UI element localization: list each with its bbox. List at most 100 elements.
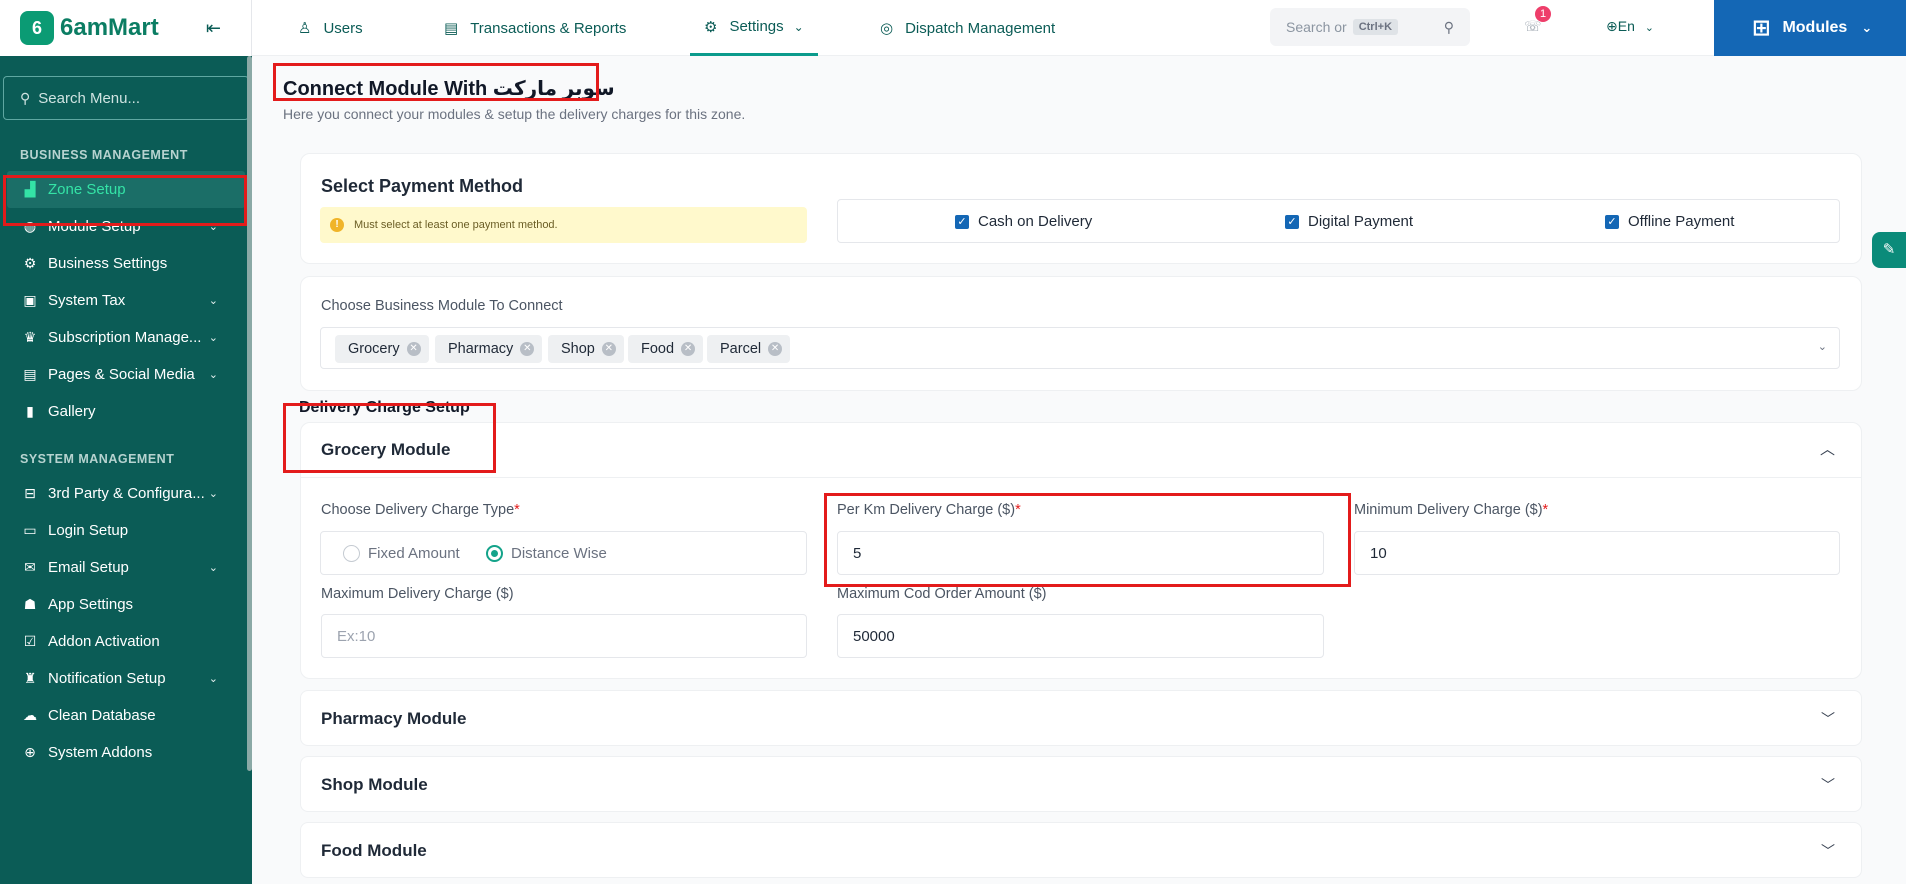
min-charge-label: Minimum Delivery Charge ($)* bbox=[1354, 502, 1548, 518]
chevron-up-icon[interactable]: ︿ bbox=[1820, 438, 1835, 459]
checkbox-offline-payment[interactable]: ✓ Offline Payment bbox=[1605, 213, 1734, 230]
accordion-shop-module[interactable]: Shop Module ﹀ bbox=[300, 756, 1862, 812]
tab-dispatch-management[interactable]: ◎ Dispatch Management bbox=[880, 0, 1055, 56]
notification-badge: 1 bbox=[1535, 6, 1551, 22]
section-title-system: SYSTEM MANAGEMENT bbox=[20, 452, 175, 466]
charge-type-radio-group: Fixed Amount Distance Wise bbox=[320, 531, 807, 575]
sidebar-scrollbar[interactable] bbox=[247, 56, 252, 771]
tab-label: Dispatch Management bbox=[905, 19, 1056, 37]
android-icon: ☗ bbox=[23, 596, 37, 612]
checkbox-cash-on-delivery[interactable]: ✓ Cash on Delivery bbox=[955, 213, 1092, 230]
chip-label: Food bbox=[641, 341, 675, 357]
grid-icon: ⊞ bbox=[1752, 15, 1771, 40]
sidebar-item-email-setup[interactable]: ✉ Email Setup ⌄ bbox=[0, 549, 252, 586]
max-cod-label: Maximum Cod Order Amount ($) bbox=[837, 586, 1047, 602]
warning-icon: ! bbox=[330, 218, 344, 232]
calendar-check-icon: ☑ bbox=[23, 633, 37, 649]
modules-button[interactable]: ⊞ Modules ⌄ bbox=[1714, 0, 1906, 56]
accordion-pharmacy-module[interactable]: Pharmacy Module ﹀ bbox=[300, 690, 1862, 746]
checkbox-label: Cash on Delivery bbox=[978, 213, 1093, 230]
bell-icon: ♜ bbox=[23, 670, 37, 686]
sidebar-item-label: Clean Database bbox=[48, 707, 156, 724]
search-shortcut-badge: Ctrl+K bbox=[1352, 19, 1399, 35]
tab-label: Transactions & Reports bbox=[470, 19, 627, 37]
sidebar-item-label: Subscription Manage... bbox=[48, 329, 202, 346]
chevron-down-icon[interactable]: ⌄ bbox=[1818, 340, 1827, 353]
chip-label: Parcel bbox=[720, 341, 762, 357]
radio-selected-icon bbox=[486, 545, 503, 562]
checkbox-digital-payment[interactable]: ✓ Digital Payment bbox=[1285, 213, 1413, 230]
sidebar-item-notification-setup[interactable]: ♜ Notification Setup ⌄ bbox=[0, 660, 252, 697]
double-chevron-left-icon[interactable]: ⇤ bbox=[206, 18, 221, 39]
language-selector[interactable]: ⊕En ⌄ bbox=[1606, 18, 1654, 35]
radio-distance-wise[interactable]: Distance Wise bbox=[486, 545, 607, 562]
required-marker: * bbox=[514, 502, 520, 518]
max-cod-input[interactable]: 50000 bbox=[837, 614, 1324, 658]
page-subtitle: Here you connect your modules & setup th… bbox=[283, 106, 746, 122]
sidebar-item-system-tax[interactable]: ▣ System Tax ⌄ bbox=[0, 282, 252, 319]
sidebar-item-system-addons[interactable]: ⊕ System Addons bbox=[0, 734, 252, 771]
search-placeholder: Search or bbox=[1286, 19, 1347, 35]
radio-label: Distance Wise bbox=[511, 545, 607, 562]
brand-logo[interactable]: 6 bbox=[20, 11, 54, 45]
pages-icon: ▤ bbox=[23, 366, 37, 382]
sidebar-item-label: Gallery bbox=[48, 403, 96, 420]
global-search-input[interactable]: Search or Ctrl+K ⚲ bbox=[1270, 8, 1470, 46]
sidebar-item-label: Addon Activation bbox=[48, 633, 160, 650]
radio-unselected-icon bbox=[343, 545, 360, 562]
payment-warning-text: Must select at least one payment method. bbox=[354, 219, 558, 231]
close-icon[interactable]: ✕ bbox=[520, 342, 535, 356]
business-module-label: Choose Business Module To Connect bbox=[321, 298, 563, 314]
business-module-select[interactable]: Grocery ✕ Pharmacy ✕ Shop ✕ Food ✕ Parcel ✕ ⌄ bbox=[320, 327, 1840, 369]
divider bbox=[300, 477, 1862, 478]
accordion-food-module[interactable]: Food Module ﹀ bbox=[300, 822, 1862, 878]
report-icon: ▤ bbox=[444, 20, 459, 37]
sidebar-item-gallery[interactable]: ▮ Gallery bbox=[0, 393, 252, 430]
floating-action-icon[interactable]: ✎ bbox=[1872, 232, 1906, 268]
chevron-down-icon: ⌄ bbox=[208, 332, 218, 344]
close-icon[interactable]: ✕ bbox=[681, 342, 696, 356]
max-charge-label: Maximum Delivery Charge ($) bbox=[321, 586, 514, 602]
chip-label: Grocery bbox=[348, 341, 400, 357]
sidebar-item-subscription[interactable]: ♛ Subscription Manage... ⌄ bbox=[0, 319, 252, 356]
chip-label: Pharmacy bbox=[448, 341, 514, 357]
sidebar-item-label: System Addons bbox=[48, 744, 153, 761]
sidebar-item-login-setup[interactable]: ▭ Login Setup bbox=[0, 512, 252, 549]
tab-users[interactable]: ♙ Users bbox=[298, 0, 363, 56]
sidebar-item-app-settings[interactable]: ☗ App Settings bbox=[0, 586, 252, 623]
tab-label: Users bbox=[323, 19, 363, 37]
search-menu-placeholder: Search Menu... bbox=[38, 89, 140, 107]
brand-bar: 6 6amMart ⇤ bbox=[0, 0, 252, 56]
dispatch-icon: ◎ bbox=[880, 20, 894, 37]
chip-food: Food ✕ bbox=[628, 335, 704, 363]
sidebar-item-pages-social[interactable]: ▤ Pages & Social Media ⌄ bbox=[0, 356, 252, 393]
sidebar-item-addon-activation[interactable]: ☑ Addon Activation bbox=[0, 623, 252, 660]
language-label: En bbox=[1617, 18, 1635, 34]
accordion-title: Shop Module bbox=[321, 775, 428, 794]
radio-fixed-amount[interactable]: Fixed Amount bbox=[343, 545, 460, 562]
close-icon[interactable]: ✕ bbox=[601, 342, 616, 356]
close-icon[interactable]: ✕ bbox=[768, 342, 783, 356]
charge-type-label: Choose Delivery Charge Type* bbox=[321, 502, 520, 518]
sidebar-item-3rd-party[interactable]: ⊟ 3rd Party & Configura... ⌄ bbox=[0, 475, 252, 512]
crown-icon: ♛ bbox=[23, 329, 37, 345]
globe-icon: ⊕ bbox=[1606, 18, 1618, 34]
monitor-icon: ▭ bbox=[23, 522, 37, 538]
max-charge-input[interactable]: Ex:10 bbox=[321, 614, 807, 658]
close-icon[interactable]: ✕ bbox=[406, 342, 421, 356]
chevron-down-icon: ⌄ bbox=[793, 19, 804, 34]
cloud-icon: ☁ bbox=[23, 707, 37, 723]
chevron-down-icon: ⌄ bbox=[1644, 22, 1654, 34]
tab-settings[interactable]: ⚙ Settings ⌄ bbox=[690, 0, 818, 56]
payment-method-title: Select Payment Method bbox=[321, 176, 524, 196]
brand-name[interactable]: 6amMart bbox=[60, 14, 159, 42]
search-menu-input[interactable]: ⚲ Search Menu... bbox=[3, 76, 249, 120]
min-charge-input[interactable]: 10 bbox=[1354, 531, 1840, 575]
sidebar-item-business-settings[interactable]: ⚙ Business Settings bbox=[0, 245, 252, 282]
tab-transactions-reports[interactable]: ▤ Transactions & Reports bbox=[444, 0, 626, 56]
chevron-down-icon: ﹀ bbox=[1821, 711, 1835, 727]
sidebar-item-label: Login Setup bbox=[48, 522, 129, 539]
checkbox-checked-icon: ✓ bbox=[955, 214, 969, 229]
checkbox-label: Offline Payment bbox=[1628, 213, 1735, 230]
sidebar-item-clean-database[interactable]: ☁ Clean Database bbox=[0, 697, 252, 734]
